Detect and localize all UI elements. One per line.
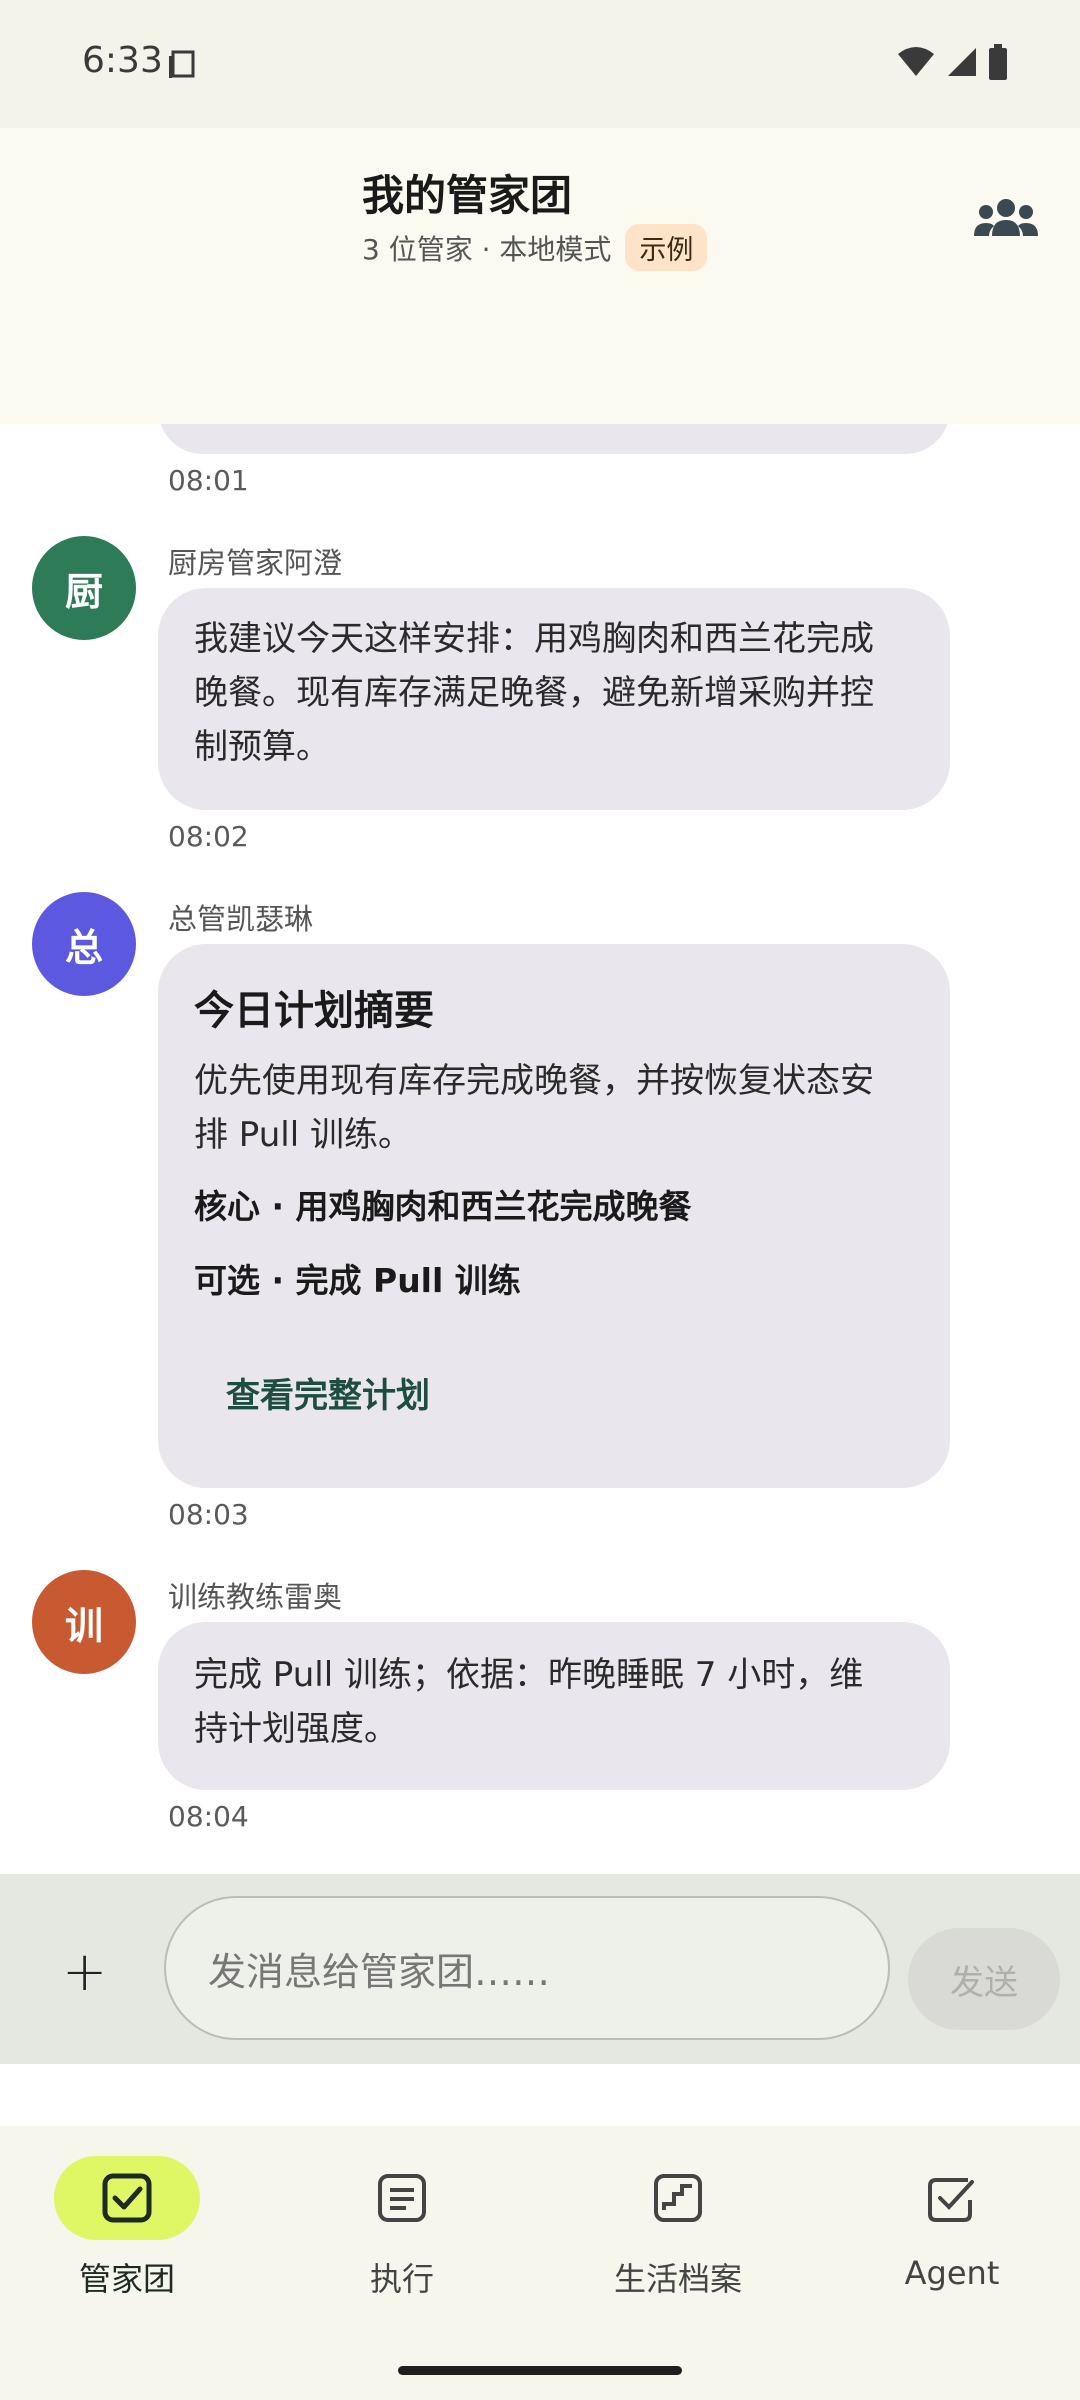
- core-item: 核心 · 用鸡胸肉和西兰花完成晚餐: [194, 1187, 692, 1226]
- sender-name: 总管凯瑟琳: [168, 902, 314, 936]
- nav-label: 执行: [369, 2260, 434, 2298]
- message-bubble: [158, 424, 950, 454]
- message-time: 08:01: [168, 464, 249, 497]
- check-square-icon: [102, 2173, 152, 2223]
- send-button[interactable]: 发送: [908, 1928, 1060, 2030]
- list-icon: [378, 2174, 426, 2222]
- battery-icon: [989, 44, 1007, 80]
- optional-item: 可选 · 完成 Pull 训练: [194, 1261, 521, 1300]
- message-time: 08:02: [168, 820, 249, 853]
- plan-summary-card[interactable]: 今日计划摘要 优先使用现有库存完成晚餐，并按恢复状态安 排 Pull 训练。 核…: [158, 944, 950, 1488]
- status-time: 6:33: [82, 40, 163, 81]
- wifi-icon: [898, 47, 934, 76]
- message-bubble[interactable]: 我建议今天这样安排：用鸡胸肉和西兰花完成 晚餐。现有库存满足晚餐，避免新增采购并…: [158, 588, 950, 810]
- card-title: 今日计划摘要: [194, 988, 434, 1034]
- avatar[interactable]: 训: [32, 1570, 136, 1674]
- message-line: 晚餐。现有库存满足晚餐，避免新增采购并控: [194, 673, 874, 713]
- message-line: 完成 Pull 训练；依据：昨晚睡眠 7 小时，维: [194, 1655, 864, 1695]
- avatar[interactable]: 厨: [32, 536, 136, 640]
- bottom-navigation: 管家团 执行 生活档案 Agent: [0, 2126, 1080, 2400]
- message-bubble[interactable]: 完成 Pull 训练；依据：昨晚睡眠 7 小时，维 持计划强度。: [158, 1622, 950, 1790]
- sender-name: 训练教练雷奥: [168, 1580, 343, 1614]
- chat-list[interactable]: 08:01 厨 厨房管家阿澄 我建议今天这样安排：用鸡胸肉和西兰花完成 晚餐。现…: [0, 424, 1080, 1874]
- nav-label: 管家团: [78, 2260, 175, 2298]
- message-time: 08:03: [168, 1498, 249, 1531]
- check-icon: [928, 2178, 974, 2222]
- avatar[interactable]: 总: [32, 892, 136, 996]
- card-line: 排 Pull 训练。: [194, 1115, 412, 1155]
- status-icons: [896, 44, 1008, 80]
- message-composer: + 发消息给管家团…… 发送: [0, 1874, 1080, 2064]
- status-bar: 6:33: [0, 0, 1080, 128]
- subtitle-text: 3 位管家 · 本地模式: [362, 232, 612, 266]
- card-line: 优先使用现有库存完成晚餐，并按恢复状态安: [194, 1061, 874, 1101]
- page-title: 我的管家团: [362, 171, 573, 220]
- demo-badge: 示例: [625, 224, 708, 271]
- group-members-icon[interactable]: [972, 190, 1040, 250]
- sender-name: 厨房管家阿澄: [168, 546, 343, 580]
- message-line: 持计划强度。: [194, 1709, 398, 1749]
- home-indicator[interactable]: [398, 2366, 682, 2375]
- nav-item-butler-team[interactable]: 管家团: [36, 2156, 256, 2316]
- message-line: 制预算。: [194, 727, 330, 767]
- signal-icon: [948, 48, 976, 76]
- chart-icon: [654, 2174, 702, 2222]
- view-full-plan-button[interactable]: 查看完整计划: [194, 1368, 914, 1417]
- nav-label: 生活档案: [613, 2260, 742, 2298]
- nav-item-life-profile[interactable]: 生活档案: [568, 2156, 788, 2316]
- nav-label: Agent: [904, 2254, 1000, 2292]
- nav-item-execute[interactable]: 执行: [292, 2156, 512, 2316]
- screenshot-notification-icon: [169, 50, 195, 78]
- nav-item-agent[interactable]: Agent: [842, 2156, 1062, 2316]
- add-attachment-icon[interactable]: +: [62, 1940, 107, 2003]
- page-subtitle: 3 位管家 · 本地模式 示例: [362, 224, 708, 271]
- message-input[interactable]: 发消息给管家团……: [164, 1896, 890, 2040]
- message-time: 08:04: [168, 1800, 249, 1833]
- message-line: 我建议今天这样安排：用鸡胸肉和西兰花完成: [194, 619, 874, 659]
